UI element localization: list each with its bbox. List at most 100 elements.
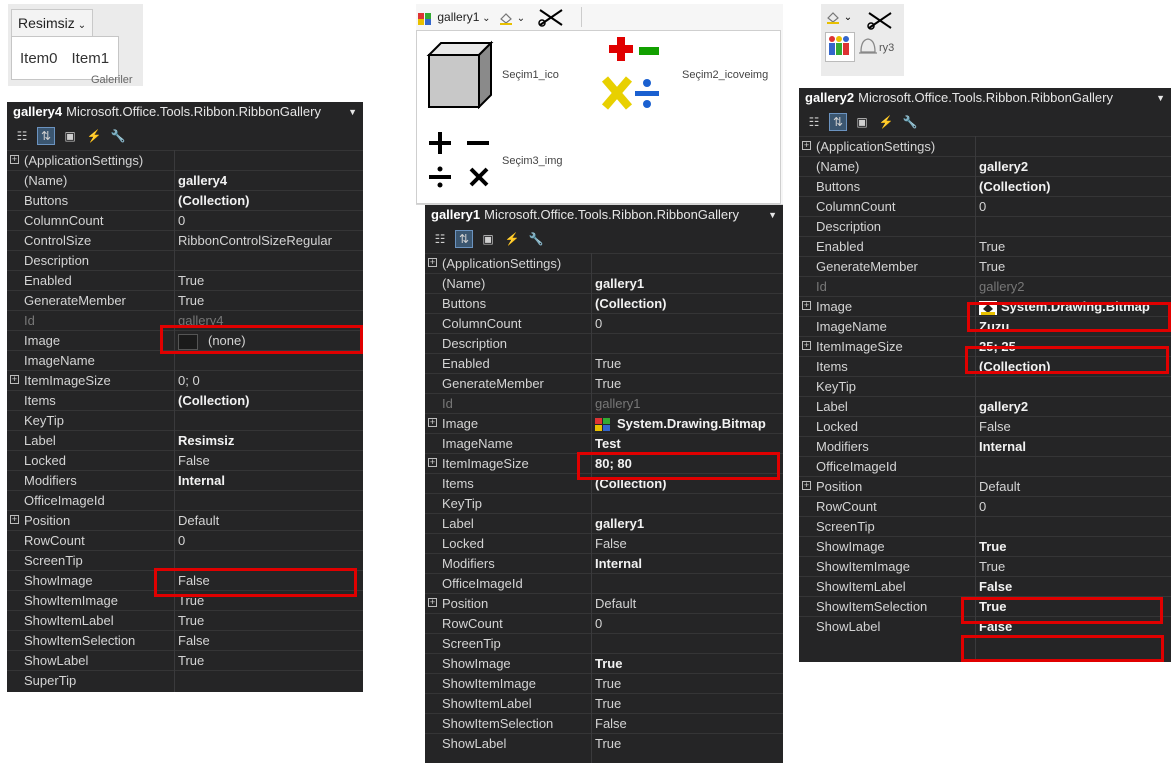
gallery-item[interactable]: Item1 bbox=[72, 50, 110, 67]
property-row[interactable]: + Position Default bbox=[7, 510, 363, 530]
property-row[interactable]: (Name) gallery4 bbox=[7, 170, 363, 190]
property-value[interactable]: Internal bbox=[979, 437, 1026, 456]
categorized-icon[interactable]: ☷ bbox=[431, 230, 449, 248]
property-row[interactable]: Description bbox=[7, 250, 363, 270]
property-row[interactable]: Modifiers Internal bbox=[425, 553, 783, 573]
property-pages-wrench-icon[interactable]: 🔧 bbox=[109, 127, 127, 145]
black-operators-icon[interactable] bbox=[425, 127, 495, 193]
property-value[interactable]: False bbox=[595, 534, 627, 553]
property-row[interactable]: ColumnCount 0 bbox=[799, 196, 1171, 216]
property-value[interactable]: False bbox=[979, 417, 1011, 436]
property-row[interactable]: GenerateMember True bbox=[799, 256, 1171, 276]
property-row[interactable]: Modifiers Internal bbox=[7, 470, 363, 490]
dropdown-arrow-icon[interactable]: ▼ bbox=[768, 205, 777, 225]
property-value[interactable]: (Collection) bbox=[178, 391, 250, 410]
gallery-item[interactable]: Item0 bbox=[20, 50, 58, 67]
property-value[interactable]: Test bbox=[595, 434, 621, 453]
events-lightning-icon[interactable]: ⚡ bbox=[85, 127, 103, 145]
expand-plus-icon[interactable]: + bbox=[802, 301, 811, 310]
property-value[interactable]: Default bbox=[979, 477, 1020, 496]
expand-plus-icon[interactable]: + bbox=[802, 141, 811, 150]
property-row[interactable]: + (ApplicationSettings) bbox=[425, 253, 783, 273]
expand-plus-icon[interactable]: + bbox=[428, 598, 437, 607]
property-value[interactable]: True bbox=[595, 694, 621, 713]
bell-icon[interactable] bbox=[857, 34, 879, 60]
expand-plus-icon[interactable]: + bbox=[10, 515, 19, 524]
property-row[interactable]: (Name) gallery2 bbox=[799, 156, 1171, 176]
property-row[interactable]: Enabled True bbox=[799, 236, 1171, 256]
expand-plus-icon[interactable]: + bbox=[802, 481, 811, 490]
gallery-resimsiz-dropdown[interactable]: Resimsiz ⌄ bbox=[11, 9, 94, 37]
property-row[interactable]: ColumnCount 0 bbox=[7, 210, 363, 230]
alphabetical-icon[interactable]: ⇅ bbox=[829, 113, 847, 131]
property-row[interactable]: ShowItemLabel True bbox=[425, 693, 783, 713]
property-row[interactable]: KeyTip bbox=[7, 410, 363, 430]
properties-icon[interactable]: ▣ bbox=[61, 127, 79, 145]
property-row[interactable]: + (ApplicationSettings) bbox=[7, 150, 363, 170]
property-value[interactable]: System.Drawing.Bitmap bbox=[595, 414, 766, 433]
property-row[interactable]: Label gallery1 bbox=[425, 513, 783, 533]
categorized-icon[interactable]: ☷ bbox=[805, 113, 823, 131]
property-value[interactable]: True bbox=[595, 654, 622, 673]
property-value[interactable]: True bbox=[178, 291, 204, 310]
property-row[interactable]: GenerateMember True bbox=[7, 290, 363, 310]
property-row[interactable]: Buttons (Collection) bbox=[799, 176, 1171, 196]
property-value[interactable]: True bbox=[979, 257, 1005, 276]
property-row[interactable]: ScreenTip bbox=[7, 550, 363, 570]
property-row[interactable]: RowCount 0 bbox=[425, 613, 783, 633]
property-value[interactable]: False bbox=[178, 451, 210, 470]
property-value[interactable]: True bbox=[595, 734, 621, 753]
property-row[interactable]: ScreenTip bbox=[425, 633, 783, 653]
cube-icon[interactable] bbox=[425, 39, 495, 109]
expand-plus-icon[interactable]: + bbox=[10, 155, 19, 164]
property-value[interactable]: False bbox=[178, 631, 210, 650]
property-value[interactable]: Default bbox=[178, 511, 219, 530]
expand-plus-icon[interactable]: + bbox=[428, 458, 437, 467]
property-row[interactable]: ShowLabel True bbox=[7, 650, 363, 670]
paint-bucket-dropdown[interactable]: ⌄ bbox=[825, 8, 852, 25]
events-lightning-icon[interactable]: ⚡ bbox=[503, 230, 521, 248]
scissors-button[interactable] bbox=[536, 7, 566, 27]
dropdown-arrow-icon[interactable]: ▼ bbox=[348, 102, 357, 122]
property-value[interactable]: 0 bbox=[595, 614, 602, 633]
expand-plus-icon[interactable]: + bbox=[428, 418, 437, 427]
property-value[interactable]: Default bbox=[595, 594, 636, 613]
property-value[interactable]: True bbox=[595, 674, 621, 693]
property-pages-wrench-icon[interactable]: 🔧 bbox=[527, 230, 545, 248]
property-value[interactable]: gallery2 bbox=[979, 397, 1028, 416]
property-value[interactable]: 0 bbox=[178, 531, 185, 550]
property-value[interactable]: gallery2 bbox=[979, 157, 1028, 176]
property-row[interactable]: OfficeImageId bbox=[799, 456, 1171, 476]
property-row[interactable]: Id gallery2 bbox=[799, 276, 1171, 296]
property-row[interactable]: Id gallery1 bbox=[425, 393, 783, 413]
property-value[interactable]: True bbox=[595, 374, 621, 393]
property-row[interactable]: ShowItemLabel True bbox=[7, 610, 363, 630]
property-row[interactable]: ScreenTip bbox=[799, 516, 1171, 536]
property-row[interactable]: ShowItemSelection False bbox=[425, 713, 783, 733]
property-value[interactable]: RibbonControlSizeRegular bbox=[178, 231, 332, 250]
expand-plus-icon[interactable]: + bbox=[10, 375, 19, 384]
properties-icon[interactable]: ▣ bbox=[853, 113, 871, 131]
property-value[interactable]: 0 bbox=[595, 314, 602, 333]
property-value[interactable]: (Collection) bbox=[979, 177, 1051, 196]
properties-icon[interactable]: ▣ bbox=[479, 230, 497, 248]
categorized-icon[interactable]: ☷ bbox=[13, 127, 31, 145]
property-row[interactable]: ColumnCount 0 bbox=[425, 313, 783, 333]
property-value[interactable]: True bbox=[979, 557, 1005, 576]
property-row[interactable]: ShowImage True bbox=[799, 536, 1171, 556]
property-value[interactable]: 0 bbox=[178, 211, 185, 230]
property-row[interactable]: ShowItemSelection False bbox=[7, 630, 363, 650]
scissors-icon[interactable] bbox=[865, 10, 895, 30]
property-value[interactable]: False bbox=[595, 714, 627, 733]
property-value[interactable]: True bbox=[178, 611, 204, 630]
property-row[interactable]: Modifiers Internal bbox=[799, 436, 1171, 456]
property-row[interactable]: ImageName Test bbox=[425, 433, 783, 453]
property-row[interactable]: Enabled True bbox=[7, 270, 363, 290]
property-value[interactable]: gallery1 bbox=[595, 514, 644, 533]
object-selector[interactable]: gallery1 Microsoft.Office.Tools.Ribbon.Ri… bbox=[425, 205, 783, 225]
property-value[interactable]: gallery2 bbox=[979, 277, 1025, 296]
property-value[interactable]: True bbox=[979, 537, 1006, 556]
property-row[interactable]: Locked False bbox=[425, 533, 783, 553]
property-value[interactable]: True bbox=[178, 271, 204, 290]
property-row[interactable]: ControlSize RibbonControlSizeRegular bbox=[7, 230, 363, 250]
